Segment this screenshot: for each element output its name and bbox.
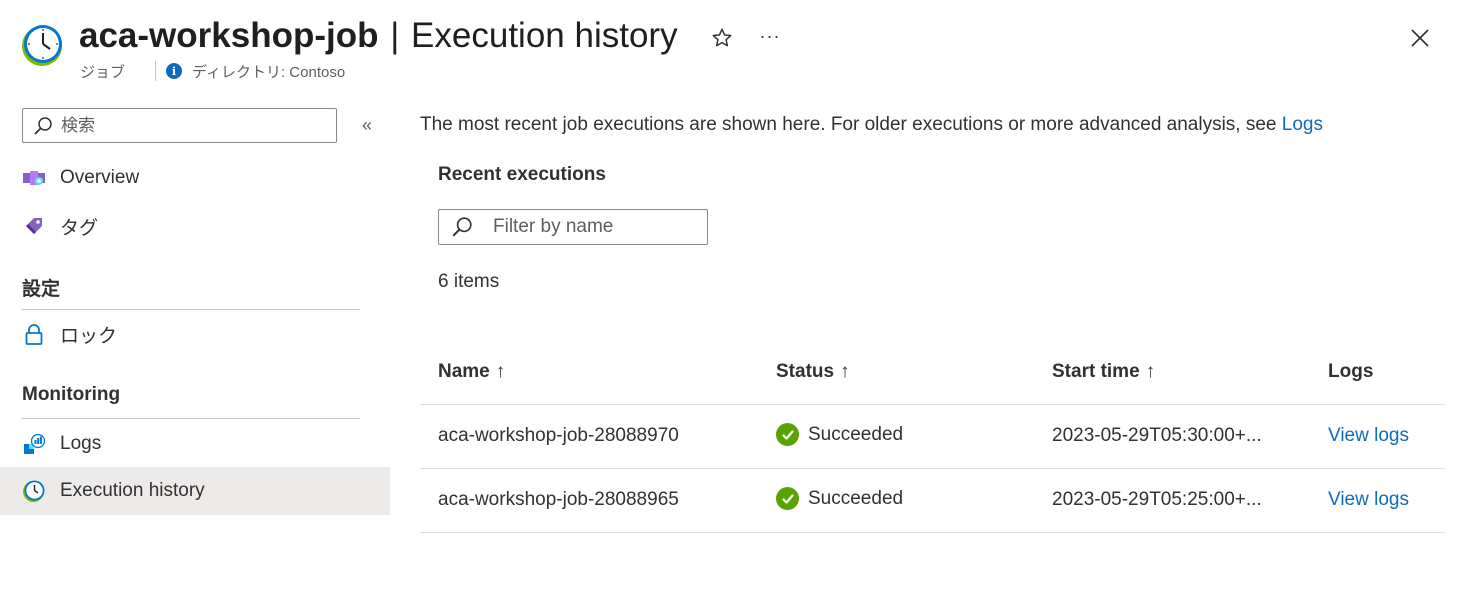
execution-name: aca-workshop-job-28088970 [438, 425, 679, 446]
resource-type: ジョブ [80, 63, 126, 81]
sidebar-search-input[interactable] [61, 115, 321, 136]
sidebar-search[interactable] [22, 108, 337, 143]
sidebar: « Overview タグ 設定 [0, 96, 390, 615]
close-button[interactable] [1404, 22, 1436, 54]
overview-icon [22, 166, 46, 190]
column-header-status[interactable]: Status ↑ [776, 361, 850, 383]
clock-icon [22, 479, 46, 503]
subtitle-divider [155, 61, 157, 81]
favorite-star-button[interactable] [708, 24, 736, 52]
sidebar-item-tags[interactable]: タグ [0, 202, 390, 250]
view-logs-link[interactable]: View logs [1328, 489, 1409, 510]
lock-icon [22, 322, 46, 346]
section-title-settings: 設定 [22, 279, 61, 300]
intro-message: The most recent job executions are shown… [420, 114, 1282, 135]
job-clock-icon [22, 25, 62, 66]
more-options-button[interactable]: ··· [755, 22, 785, 50]
main-content: The most recent job executions are shown… [420, 96, 1445, 615]
execution-start-time: 2023-05-29T05:30:00+... [1052, 425, 1262, 446]
item-count: 6 items [438, 271, 500, 292]
table-row: aca-workshop-job-28088970 Succeeded 2023… [420, 405, 1445, 469]
collapse-sidebar-button[interactable]: « [356, 114, 378, 136]
page-header: aca-workshop-job | Execution history ···… [0, 0, 1465, 96]
column-label: Logs [1328, 361, 1374, 382]
executions-table: Name ↑ Status ↑ Start time ↑ Logs aca-works… [420, 341, 1445, 533]
title-separator: | [390, 16, 400, 55]
sidebar-item-label: Logs [60, 433, 102, 454]
column-label: Name [438, 361, 490, 382]
page-title: aca-workshop-job | Execution history [79, 12, 678, 60]
execution-status: Succeeded [776, 423, 903, 446]
execution-status: Succeeded [776, 487, 903, 510]
recent-executions-title: Recent executions [438, 164, 606, 185]
sidebar-item-logs[interactable]: Logs [0, 420, 390, 468]
close-icon [1411, 29, 1429, 47]
sidebar-item-label: タグ [60, 217, 99, 239]
search-icon [34, 116, 52, 135]
sidebar-item-label: Overview [60, 167, 140, 188]
view-logs-cell: View logs [1328, 489, 1409, 511]
section-divider [22, 418, 360, 419]
sort-ascending-icon: ↑ [495, 361, 506, 382]
table-header: Name ↑ Status ↑ Start time ↑ Logs [420, 341, 1445, 405]
sidebar-item-label: Execution history [60, 480, 205, 501]
status-text: Succeeded [808, 423, 904, 445]
view-logs-cell: View logs [1328, 425, 1409, 447]
logs-icon [22, 432, 46, 456]
column-header-logs: Logs [1328, 361, 1373, 383]
sort-ascending-icon: ↑ [1145, 361, 1156, 382]
resource-name: aca-workshop-job [79, 16, 379, 55]
search-icon [452, 217, 472, 237]
resource-subtitle: ジョブ i ディレクトリ: Contoso [80, 60, 345, 82]
intro-text: The most recent job executions are shown… [420, 114, 1323, 136]
sidebar-item-lock[interactable]: ロック [0, 310, 390, 358]
column-label: Start time [1052, 361, 1140, 382]
view-logs-link[interactable]: View logs [1328, 425, 1409, 446]
page-name: Execution history [411, 16, 678, 55]
column-header-name[interactable]: Name ↑ [438, 361, 505, 383]
execution-start-time: 2023-05-29T05:25:00+... [1052, 489, 1262, 510]
sort-ascending-icon: ↑ [840, 361, 850, 382]
column-label: Status [776, 361, 835, 382]
logs-link[interactable]: Logs [1282, 114, 1323, 135]
execution-name: aca-workshop-job-28088965 [438, 489, 679, 510]
star-icon [712, 28, 732, 47]
success-check-icon [776, 487, 799, 510]
filter-box[interactable] [438, 209, 708, 245]
success-check-icon [776, 423, 799, 446]
section-title-monitoring: Monitoring [22, 384, 121, 405]
tag-icon [22, 214, 46, 238]
table-row: aca-workshop-job-28088965 Succeeded 2023… [420, 469, 1445, 533]
directory-label: ディレクトリ: Contoso [192, 63, 346, 81]
status-text: Succeeded [808, 487, 904, 509]
sidebar-item-execution-history[interactable]: Execution history [0, 467, 390, 515]
sidebar-item-label: ロック [60, 325, 118, 347]
filter-by-name-input[interactable] [493, 216, 693, 238]
sidebar-item-overview[interactable]: Overview [0, 154, 390, 202]
info-icon: i [166, 63, 183, 79]
column-header-start-time[interactable]: Start time ↑ [1052, 361, 1155, 383]
